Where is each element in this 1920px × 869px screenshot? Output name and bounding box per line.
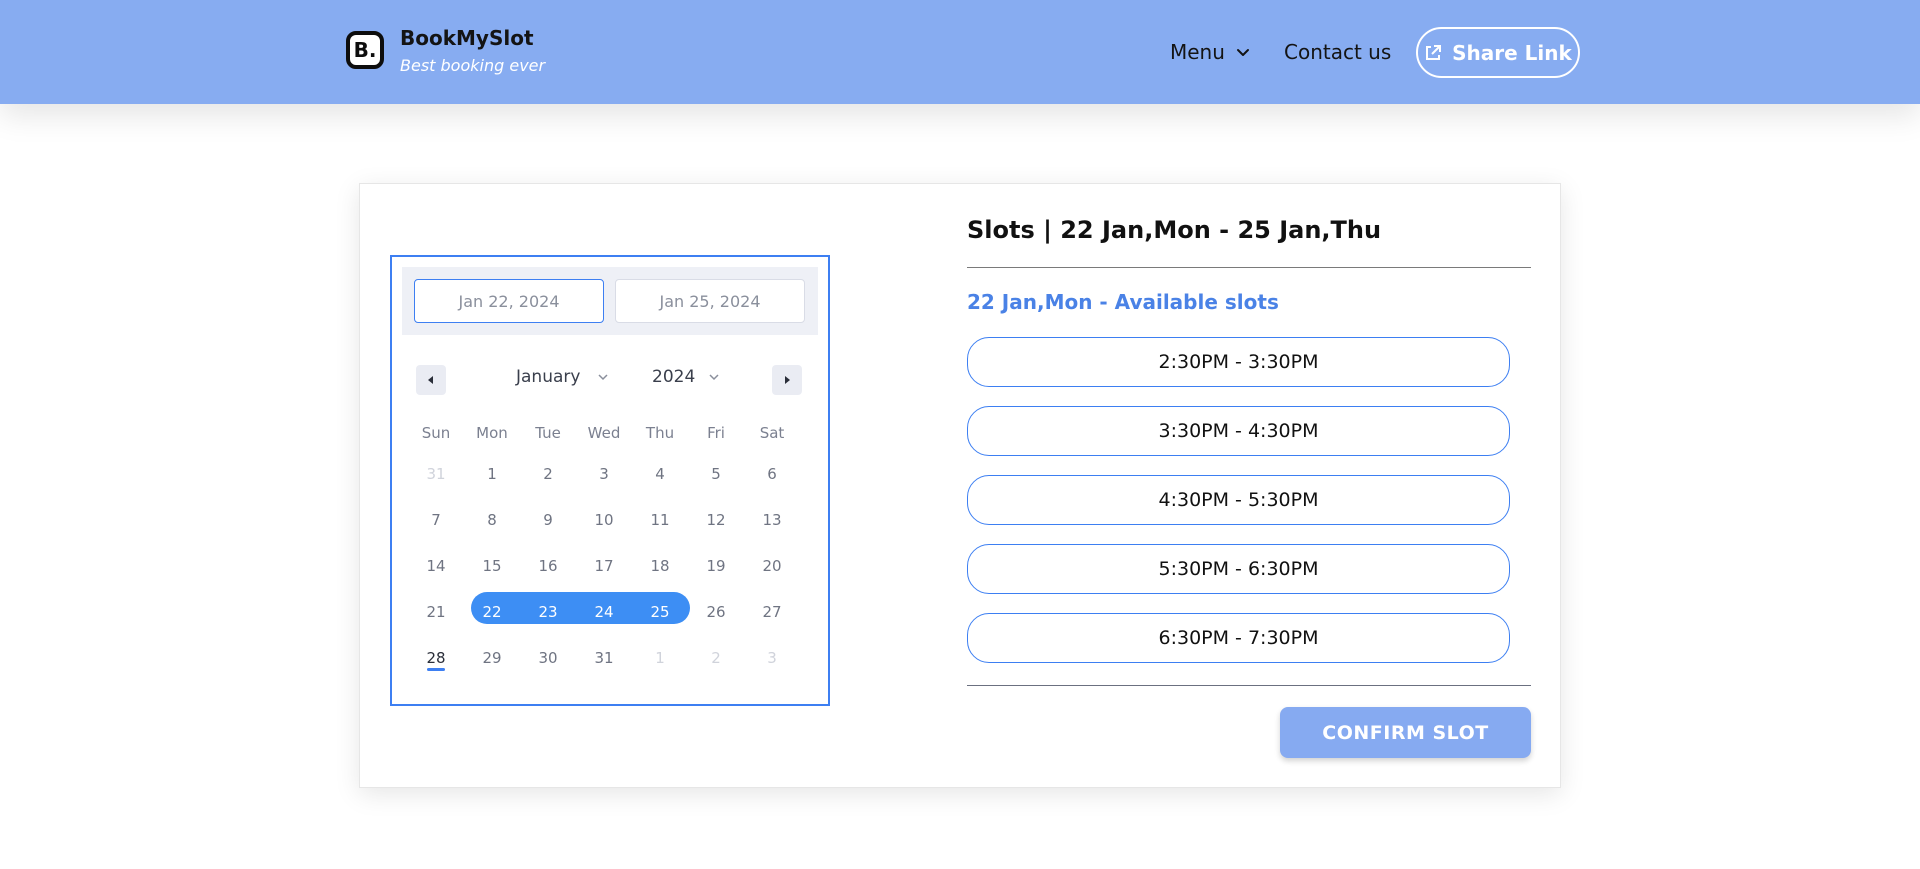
weekday-header: Mon bbox=[476, 424, 508, 442]
chevron-down-icon bbox=[1236, 49, 1249, 56]
divider bbox=[967, 267, 1531, 268]
caret-right-icon bbox=[785, 376, 790, 384]
brand-tagline: Best booking ever bbox=[400, 56, 546, 75]
calendar-day[interactable]: 25 bbox=[632, 596, 688, 628]
calendar-day[interactable]: 28 bbox=[408, 642, 464, 674]
weekday-header: Thu bbox=[645, 424, 675, 442]
calendar-day[interactable]: 29 bbox=[464, 642, 520, 674]
time-slot-option[interactable]: 4:30PM - 5:30PM bbox=[967, 475, 1510, 525]
calendar-day[interactable]: 26 bbox=[688, 596, 744, 628]
chevron-down-icon bbox=[709, 374, 719, 381]
year-select[interactable]: 2024 bbox=[652, 367, 721, 387]
date-range-inputs: Jan 22, 2024 Jan 25, 2024 bbox=[402, 267, 818, 335]
weekday-header: Wed bbox=[587, 424, 621, 442]
calendar-day[interactable]: 16 bbox=[520, 550, 576, 582]
time-slot-option[interactable]: 2:30PM - 3:30PM bbox=[967, 337, 1510, 387]
month-select-value: January bbox=[516, 367, 581, 387]
brand-logo[interactable]: B. bbox=[346, 31, 384, 69]
calendar-day[interactable]: 1 bbox=[632, 642, 688, 674]
calendar-day[interactable]: 12 bbox=[688, 504, 744, 536]
calendar-day[interactable]: 2 bbox=[520, 458, 576, 490]
external-link-icon bbox=[1426, 44, 1442, 60]
calendar-day[interactable]: 11 bbox=[632, 504, 688, 536]
calendar-day[interactable]: 27 bbox=[744, 596, 800, 628]
calendar-day[interactable]: 15 bbox=[464, 550, 520, 582]
calendar-day[interactable]: 5 bbox=[688, 458, 744, 490]
calendar-day[interactable]: 31 bbox=[576, 642, 632, 674]
end-date-input[interactable]: Jan 25, 2024 bbox=[615, 279, 805, 323]
divider bbox=[967, 685, 1531, 686]
calendar-day[interactable]: 7 bbox=[408, 504, 464, 536]
month-select[interactable]: January bbox=[516, 367, 610, 387]
time-slot-option[interactable]: 6:30PM - 7:30PM bbox=[967, 613, 1510, 663]
date-range-calendar: Jan 22, 2024 Jan 25, 2024 January 2024 S… bbox=[390, 255, 830, 706]
calendar-day[interactable]: 20 bbox=[744, 550, 800, 582]
nav-menu-dropdown[interactable]: Menu bbox=[1170, 40, 1251, 64]
booking-card: Jan 22, 2024 Jan 25, 2024 January 2024 S… bbox=[359, 183, 1561, 788]
available-slots-heading: 22 Jan,Mon - Available slots bbox=[967, 290, 1279, 314]
time-slot-option[interactable]: 5:30PM - 6:30PM bbox=[967, 544, 1510, 594]
weekday-header: Tue bbox=[535, 424, 561, 442]
previous-month-button[interactable] bbox=[416, 365, 446, 395]
start-date-input[interactable]: Jan 22, 2024 bbox=[414, 279, 604, 323]
chevron-down-icon bbox=[598, 374, 608, 381]
next-month-button[interactable] bbox=[772, 365, 802, 395]
calendar-day[interactable]: 3 bbox=[744, 642, 800, 674]
share-link-button[interactable]: Share Link bbox=[1416, 27, 1580, 78]
calendar-day[interactable]: 13 bbox=[744, 504, 800, 536]
calendar-day[interactable]: 24 bbox=[576, 596, 632, 628]
calendar-day[interactable]: 31 bbox=[408, 458, 464, 490]
year-select-value: 2024 bbox=[652, 367, 696, 387]
calendar-day[interactable]: 10 bbox=[576, 504, 632, 536]
calendar-day[interactable]: 9 bbox=[520, 504, 576, 536]
calendar-day[interactable]: 14 bbox=[408, 550, 464, 582]
logo-letter: B. bbox=[353, 38, 377, 62]
calendar-day[interactable]: 8 bbox=[464, 504, 520, 536]
weekday-header: Sun bbox=[421, 424, 451, 442]
weekday-header: Fri bbox=[707, 424, 725, 442]
brand-name[interactable]: BookMySlot bbox=[400, 26, 534, 50]
nav-contact-link[interactable]: Contact us bbox=[1284, 40, 1391, 64]
slots-title: Slots | 22 Jan,Mon - 25 Jan,Thu bbox=[967, 216, 1382, 244]
confirm-slot-button[interactable]: CONFIRM SLOT bbox=[1280, 707, 1531, 758]
weekday-header: Sat bbox=[759, 424, 785, 442]
calendar-day[interactable]: 19 bbox=[688, 550, 744, 582]
share-link-label: Share Link bbox=[1452, 40, 1572, 65]
time-slot-option[interactable]: 3:30PM - 4:30PM bbox=[967, 406, 1510, 456]
caret-left-icon bbox=[428, 376, 433, 384]
calendar-day[interactable]: 1 bbox=[464, 458, 520, 490]
nav-menu-label: Menu bbox=[1170, 40, 1225, 64]
calendar-day[interactable]: 17 bbox=[576, 550, 632, 582]
calendar-day[interactable]: 23 bbox=[520, 596, 576, 628]
top-header: B. BookMySlot Best booking ever Menu Con… bbox=[0, 0, 1920, 104]
calendar-day[interactable]: 30 bbox=[520, 642, 576, 674]
calendar-day[interactable]: 6 bbox=[744, 458, 800, 490]
calendar-day[interactable]: 21 bbox=[408, 596, 464, 628]
calendar-day[interactable]: 4 bbox=[632, 458, 688, 490]
calendar-day[interactable]: 2 bbox=[688, 642, 744, 674]
calendar-day[interactable]: 22 bbox=[464, 596, 520, 628]
calendar-day[interactable]: 18 bbox=[632, 550, 688, 582]
calendar-day[interactable]: 3 bbox=[576, 458, 632, 490]
